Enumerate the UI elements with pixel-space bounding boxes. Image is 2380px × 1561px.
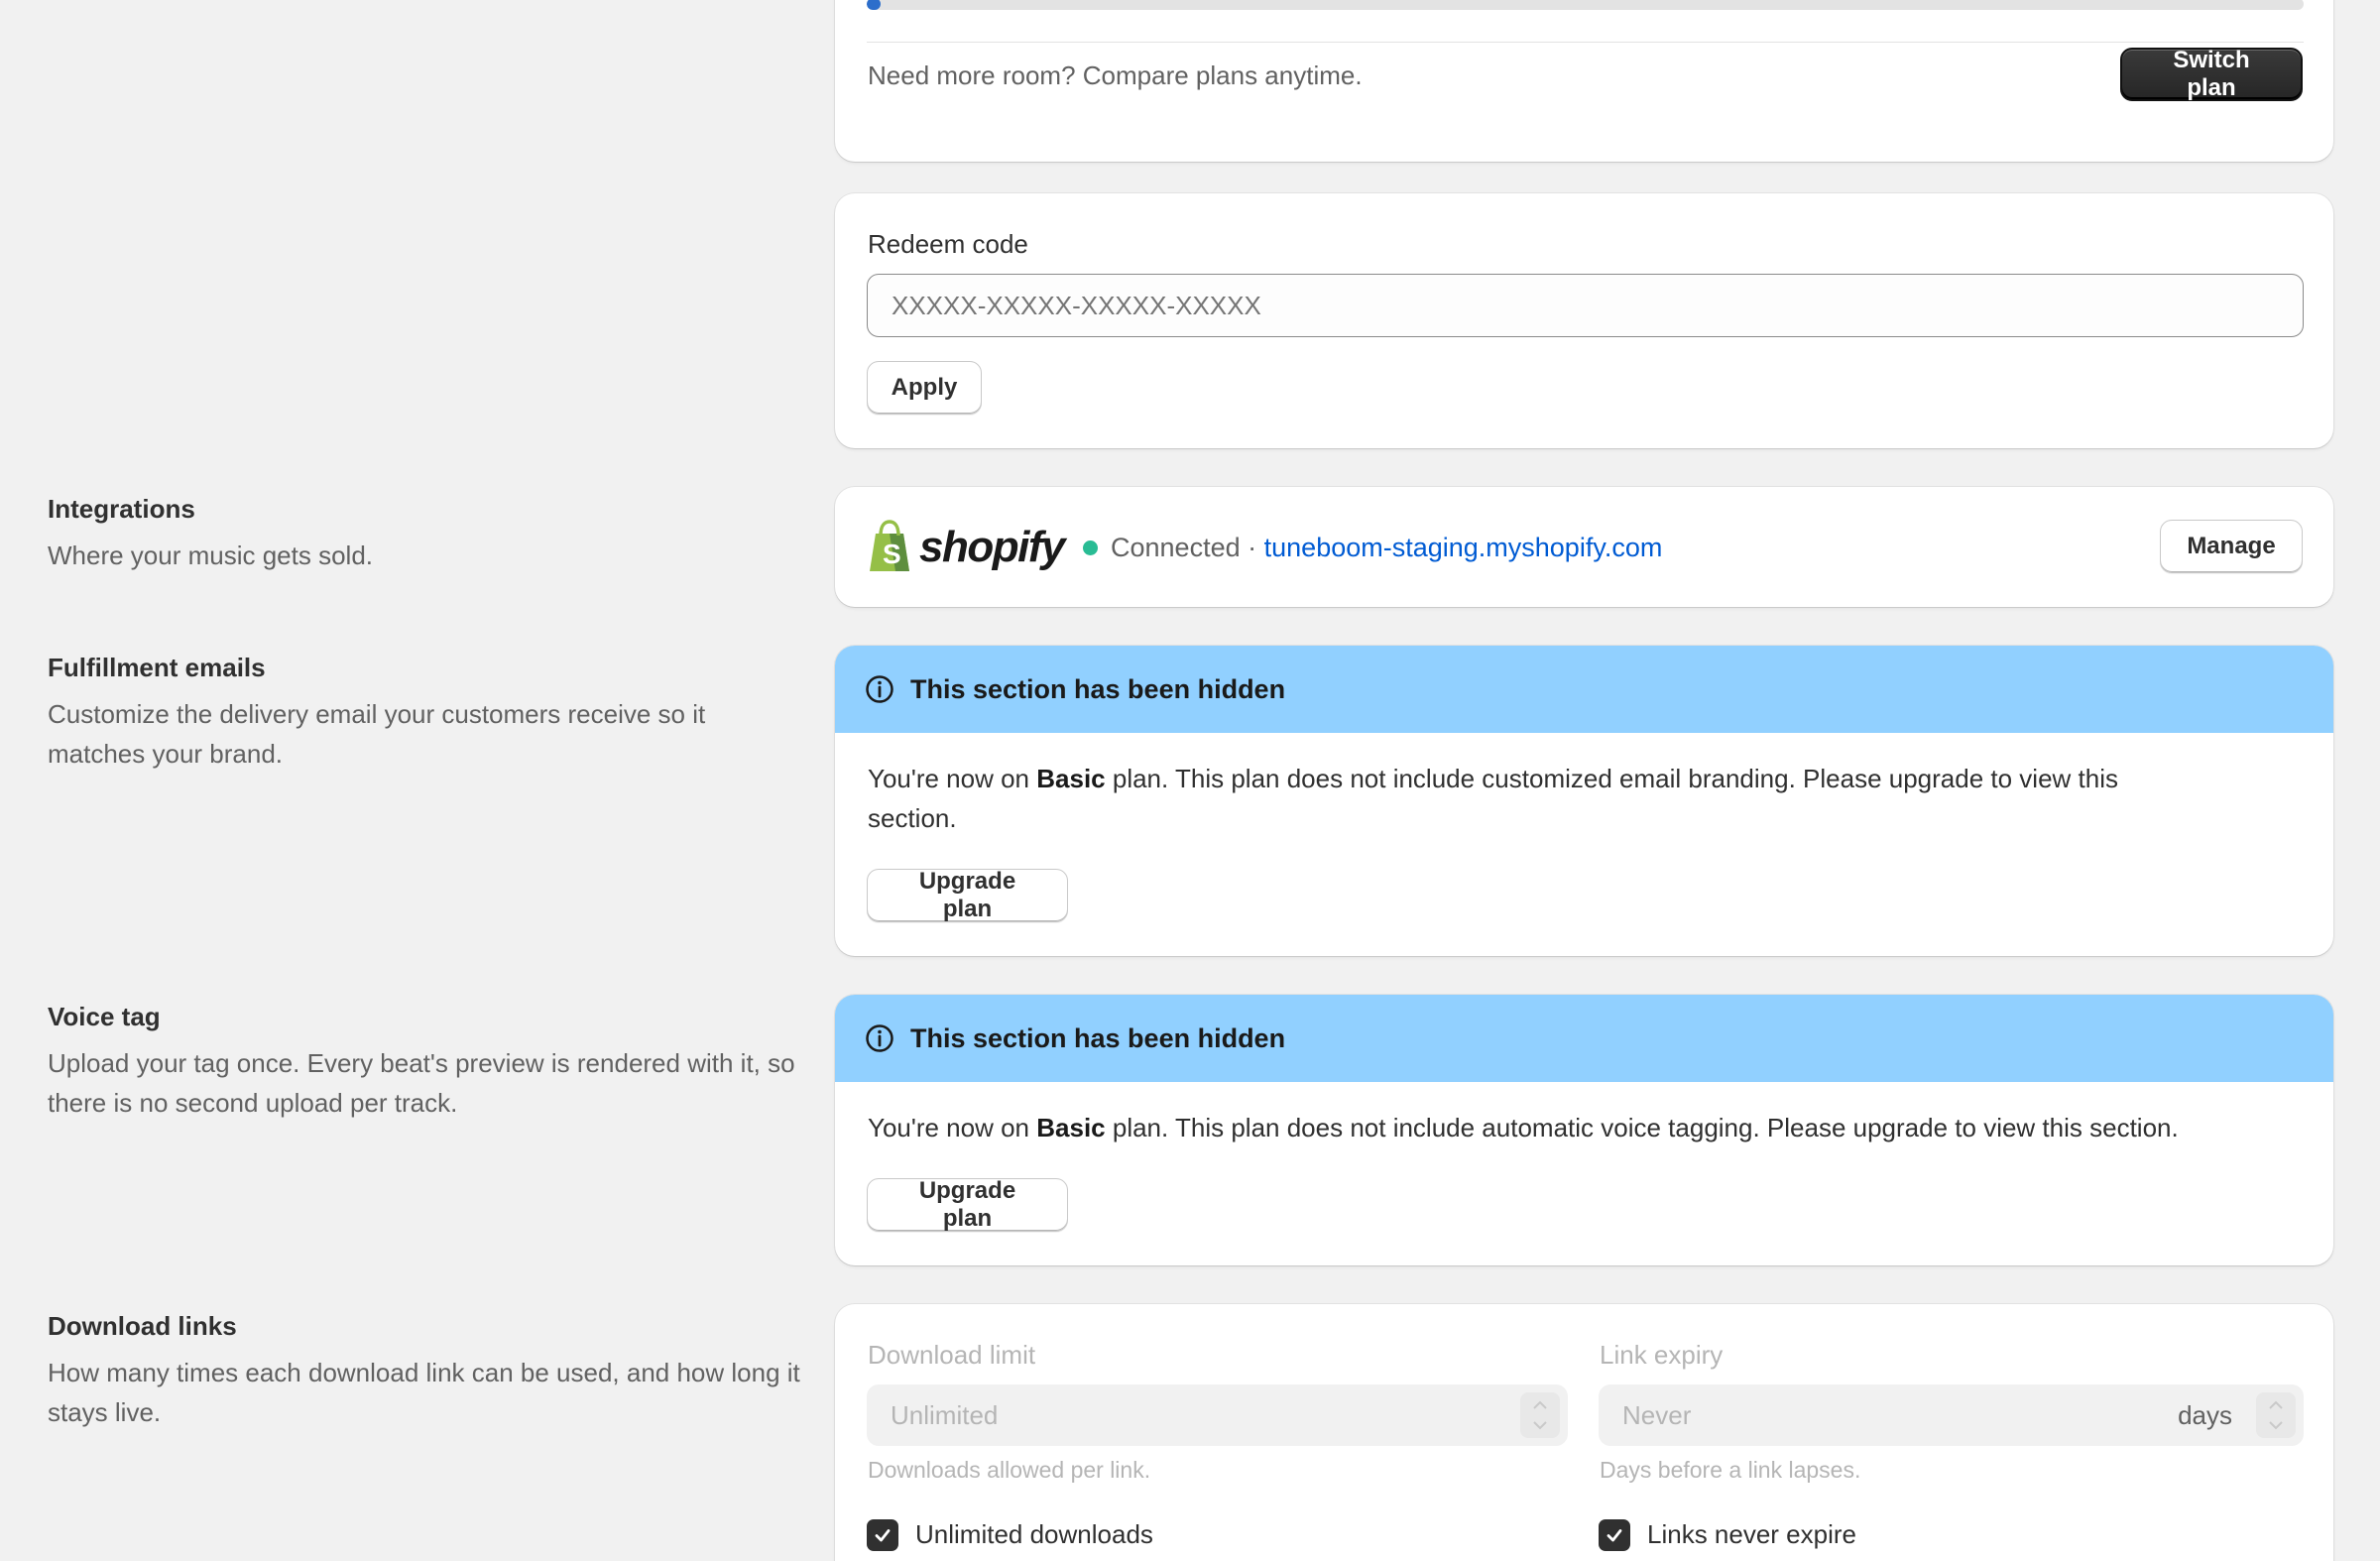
checkmark-icon (875, 1529, 891, 1542)
integrations-description: Where your music gets sold. (48, 540, 374, 570)
voice-tag-section-meta: Voice tag Upload your tag once. Every be… (48, 1000, 801, 1123)
switch-plan-button[interactable]: Switch plan (2120, 47, 2303, 101)
voice-tag-title: Voice tag (48, 1002, 161, 1031)
download-limit-value: Unlimited (891, 1399, 999, 1430)
link-expiry-label: Link expiry (1600, 1340, 1724, 1370)
link-expiry-input: Never days (1599, 1384, 2304, 1446)
integrations-card: S shopify Connected · tuneboom-staging.m… (835, 487, 2333, 607)
status-separator: · (1248, 533, 1257, 562)
status-dot (1083, 540, 1098, 555)
stepper-arrows-icon (2269, 1400, 2283, 1430)
hidden-section-banner: This section has been hidden (835, 646, 2333, 733)
fulfillment-section-meta: Fulfillment emails Customize the deliver… (48, 651, 801, 774)
banner-title: This section has been hidden (910, 1022, 1286, 1053)
plan-card: Need more room? Compare plans anytime. S… (835, 0, 2333, 162)
links-never-expire-checkbox[interactable] (1599, 1519, 1630, 1551)
voice-tag-description: Upload your tag once. Every beat's previ… (48, 1048, 795, 1118)
hidden-section-banner: This section has been hidden (835, 995, 2333, 1082)
upgrade-message: You're now on Basic plan. This plan does… (868, 1108, 2316, 1147)
banner-title: This section has been hidden (910, 673, 1286, 704)
download-links-card: Download limit Unlimited Downloads allow… (835, 1304, 2333, 1561)
store-url-link[interactable]: tuneboom-staging.myshopify.com (1264, 533, 1663, 562)
stepper-arrows-icon (1533, 1400, 1547, 1430)
fulfillment-title: Fulfillment emails (48, 653, 266, 682)
upgrade-message: You're now on Basic plan. This plan does… (868, 759, 2187, 838)
voice-tag-card: This section has been hidden You're now … (835, 995, 2333, 1265)
status-text: Connected (1111, 533, 1241, 562)
connection-status: Connected · tuneboom-staging.myshopify.c… (1111, 531, 1662, 564)
compare-plans-text: Need more room? Compare plans anytime. (868, 60, 1363, 90)
divider (867, 42, 2304, 43)
upgrade-plan-button[interactable]: Upgrade plan (867, 868, 1068, 922)
usage-progress-bar (867, 0, 2304, 10)
info-icon (866, 675, 893, 703)
upgrade-plan-button[interactable]: Upgrade plan (867, 1177, 1068, 1232)
download-limit-stepper (1520, 1392, 1560, 1438)
message-suffix: plan. This plan does not include automat… (1105, 1113, 2179, 1142)
download-limit-input: Unlimited (867, 1384, 1568, 1446)
redeem-code-card: Redeem code Apply (835, 193, 2333, 448)
download-links-title: Download links (48, 1311, 237, 1341)
integrations-title: Integrations (48, 494, 195, 524)
link-expiry-help: Days before a link lapses. (1600, 1457, 1861, 1483)
shopify-bag-icon: S (870, 520, 909, 571)
svg-text:S: S (883, 539, 901, 569)
link-expiry-value: Never (1622, 1399, 1692, 1430)
link-expiry-stepper (2256, 1392, 2296, 1438)
message-prefix: You're now on (868, 1113, 1037, 1142)
redeem-code-label: Redeem code (868, 229, 1028, 259)
redeem-code-input[interactable] (867, 274, 2304, 337)
checkmark-icon (1606, 1529, 1622, 1542)
plan-name: Basic (1036, 1113, 1106, 1142)
links-never-expire-label[interactable]: Links never expire (1647, 1519, 1856, 1550)
usage-progress-fill (867, 0, 882, 10)
unlimited-downloads-checkbox[interactable] (867, 1519, 898, 1551)
integrations-section-meta: Integrations Where your music gets sold. (48, 492, 801, 575)
link-expiry-suffix: days (2178, 1399, 2232, 1430)
apply-button[interactable]: Apply (867, 361, 982, 415)
download-limit-label: Download limit (868, 1340, 1036, 1370)
unlimited-downloads-label[interactable]: Unlimited downloads (915, 1519, 1153, 1550)
download-links-section-meta: Download links How many times each downl… (48, 1309, 801, 1432)
info-icon (866, 1024, 893, 1052)
plan-name: Basic (1036, 764, 1106, 793)
fulfillment-description: Customize the delivery email your custom… (48, 699, 706, 769)
download-links-description: How many times each download link can be… (48, 1358, 800, 1427)
shopify-logo: S shopify (866, 520, 1065, 575)
manage-button[interactable]: Manage (2160, 520, 2303, 573)
message-prefix: You're now on (868, 764, 1037, 793)
shopify-wordmark: shopify (919, 523, 1065, 571)
download-limit-help: Downloads allowed per link. (868, 1457, 1151, 1483)
fulfillment-card: This section has been hidden You're now … (835, 646, 2333, 956)
